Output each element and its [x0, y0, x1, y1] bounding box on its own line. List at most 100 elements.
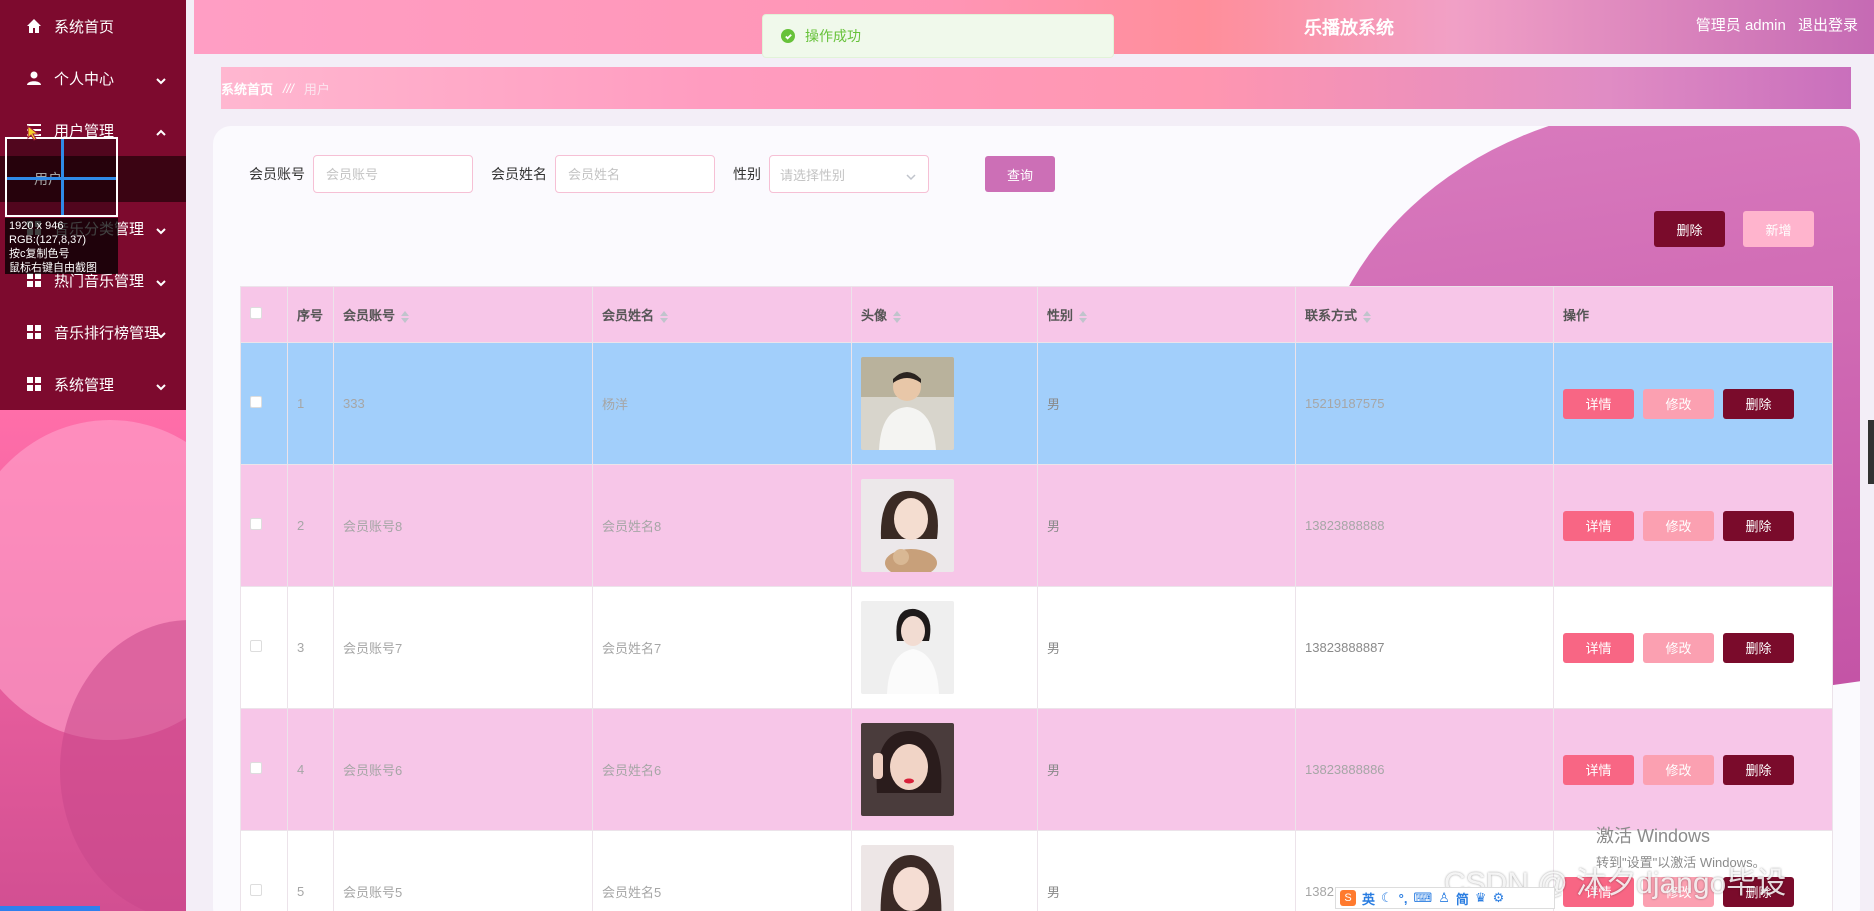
detail-button[interactable]: 详情	[1563, 510, 1634, 541]
add-button[interactable]: 新增	[1743, 211, 1814, 247]
cell-account: 会员账号5	[333, 830, 593, 911]
sidebar-item-label: 系统管理	[54, 376, 115, 394]
cell-index: 3	[287, 586, 334, 709]
edit-button[interactable]: 修改	[1643, 754, 1714, 785]
row-select-cell[interactable]	[240, 464, 288, 587]
detail-button[interactable]: 详情	[1563, 388, 1634, 419]
col-phone[interactable]: 联系方式	[1295, 286, 1554, 343]
user-icon	[26, 70, 42, 86]
row-checkbox[interactable]	[250, 762, 262, 774]
edit-button[interactable]: 修改	[1643, 388, 1714, 419]
keyboard-icon[interactable]: ⌨	[1413, 890, 1432, 906]
sort-icon[interactable]	[1079, 310, 1088, 323]
cell-avatar	[851, 708, 1038, 831]
cell-phone: 15219187575	[1295, 342, 1554, 465]
ime-lang-toggle[interactable]: 英	[1362, 889, 1375, 908]
gear-icon[interactable]: ⚙	[1493, 890, 1505, 906]
gender-select[interactable]: 请选择性别	[769, 155, 929, 193]
delete-button[interactable]: 删除	[1723, 510, 1794, 541]
picker-rgb: RGB:(127,8,37)	[9, 234, 87, 246]
name-input[interactable]	[555, 155, 715, 193]
sort-icon[interactable]	[401, 310, 410, 323]
table-row[interactable]: 1 333 杨洋 男 15219187575 详情 修改 删除	[240, 342, 1833, 465]
cell-account: 会员账号8	[333, 464, 593, 587]
admin-label: 管理员 admin	[1695, 17, 1786, 34]
col-name[interactable]: 会员姓名	[592, 286, 852, 343]
col-avatar-label: 头像	[861, 308, 888, 323]
sidebar-item-profile[interactable]: 个人中心	[0, 52, 186, 104]
cell-account: 会员账号6	[333, 708, 593, 831]
select-all-checkbox[interactable]	[250, 307, 262, 319]
cell-gender: 男	[1037, 586, 1296, 709]
shirt-icon[interactable]: ♛	[1475, 890, 1487, 906]
query-button[interactable]: 查询	[985, 156, 1055, 192]
sidebar-item-music-ranking[interactable]: 音乐排行榜管理	[0, 306, 186, 358]
delete-button[interactable]: 删除	[1723, 388, 1794, 419]
cell-name: 会员姓名7	[592, 586, 852, 709]
cell-name: 会员姓名6	[592, 708, 852, 831]
row-select-cell[interactable]	[240, 708, 288, 831]
user-icon[interactable]: ♙	[1438, 890, 1450, 906]
cell-avatar	[851, 464, 1038, 587]
chevron-down-icon	[156, 379, 166, 391]
account-input[interactable]	[313, 155, 473, 193]
color-picker-info: 1920 x 946 RGB:(127,8,37) 按c复制色号 鼠标右键自由截…	[5, 218, 118, 274]
sort-icon[interactable]	[660, 310, 669, 323]
row-select-cell[interactable]	[240, 830, 288, 911]
sidebar-item-label: 系统首页	[54, 18, 115, 36]
row-checkbox[interactable]	[250, 884, 262, 896]
batch-delete-button[interactable]: 删除	[1654, 211, 1725, 247]
sidebar-item-system[interactable]: 系统管理	[0, 358, 186, 410]
cell-phone: 13823888888	[1295, 464, 1554, 587]
col-index: 序号	[287, 286, 334, 343]
edit-button[interactable]: 修改	[1643, 632, 1714, 663]
delete-button[interactable]: 删除	[1723, 632, 1794, 663]
watermark-title: 激活 Windows	[1596, 826, 1711, 846]
avatar-image[interactable]	[861, 357, 954, 450]
cell-name: 杨洋	[592, 342, 852, 465]
row-checkbox[interactable]	[250, 396, 262, 408]
row-checkbox[interactable]	[250, 640, 262, 652]
table-row[interactable]: 3 会员账号7 会员姓名7 男 13823888887 详情 修改 删除	[240, 586, 1833, 709]
delete-button[interactable]: 删除	[1723, 754, 1794, 785]
row-select-cell[interactable]	[240, 586, 288, 709]
breadcrumb: 系统首页 /// 用户	[221, 67, 1851, 109]
mouse-cursor-icon	[27, 125, 40, 141]
breadcrumb-home[interactable]: 系统首页	[221, 79, 273, 98]
row-checkbox[interactable]	[250, 518, 262, 530]
cell-operations: 详情 修改 删除	[1553, 342, 1833, 465]
sort-icon[interactable]	[893, 310, 902, 323]
avatar-image[interactable]	[861, 479, 954, 572]
search-group-name: 会员姓名	[491, 155, 715, 193]
logout-link[interactable]: 退出登录	[1798, 17, 1858, 34]
avatar-image[interactable]	[861, 723, 954, 816]
horizontal-scrollbar[interactable]	[0, 906, 100, 911]
detail-button[interactable]: 详情	[1563, 632, 1634, 663]
detail-button[interactable]: 详情	[1563, 754, 1634, 785]
cell-avatar	[851, 342, 1038, 465]
col-avatar[interactable]: 头像	[851, 286, 1038, 343]
chevron-down-icon	[156, 223, 166, 235]
avatar-image[interactable]	[861, 845, 954, 911]
table-row[interactable]: 2 会员账号8 会员姓名8 男 13823888888 详情 修改 删除	[240, 464, 1833, 587]
moon-icon[interactable]: ☾	[1381, 890, 1393, 906]
avatar-image[interactable]	[861, 601, 954, 694]
table-row[interactable]: 4 会员账号6 会员姓名6 男 13823888886 详情 修改 删除	[240, 708, 1833, 831]
row-select-cell[interactable]	[240, 342, 288, 465]
search-group-account: 会员账号	[249, 155, 473, 193]
punctuation-icon[interactable]: °,	[1399, 891, 1408, 906]
vertical-scrollbar[interactable]	[1868, 420, 1874, 484]
col-gender[interactable]: 性别	[1037, 286, 1296, 343]
edit-button[interactable]: 修改	[1643, 510, 1714, 541]
user-table: 序号 会员账号 会员姓名 头像 性别 联系方式 操作 1 333 杨洋 男 15…	[240, 286, 1833, 911]
col-account[interactable]: 会员账号	[333, 286, 593, 343]
sidebar-item-home[interactable]: 系统首页	[0, 0, 186, 52]
ime-mode-toggle[interactable]: 简	[1456, 889, 1469, 908]
select-all-cell[interactable]	[240, 286, 288, 343]
sort-icon[interactable]	[1363, 310, 1372, 323]
picker-hint-capture: 鼠标右键自由截图	[9, 262, 97, 274]
cell-gender: 男	[1037, 708, 1296, 831]
account-label: 会员账号	[249, 166, 305, 182]
cell-name: 会员姓名5	[592, 830, 852, 911]
col-name-label: 会员姓名	[602, 308, 655, 323]
